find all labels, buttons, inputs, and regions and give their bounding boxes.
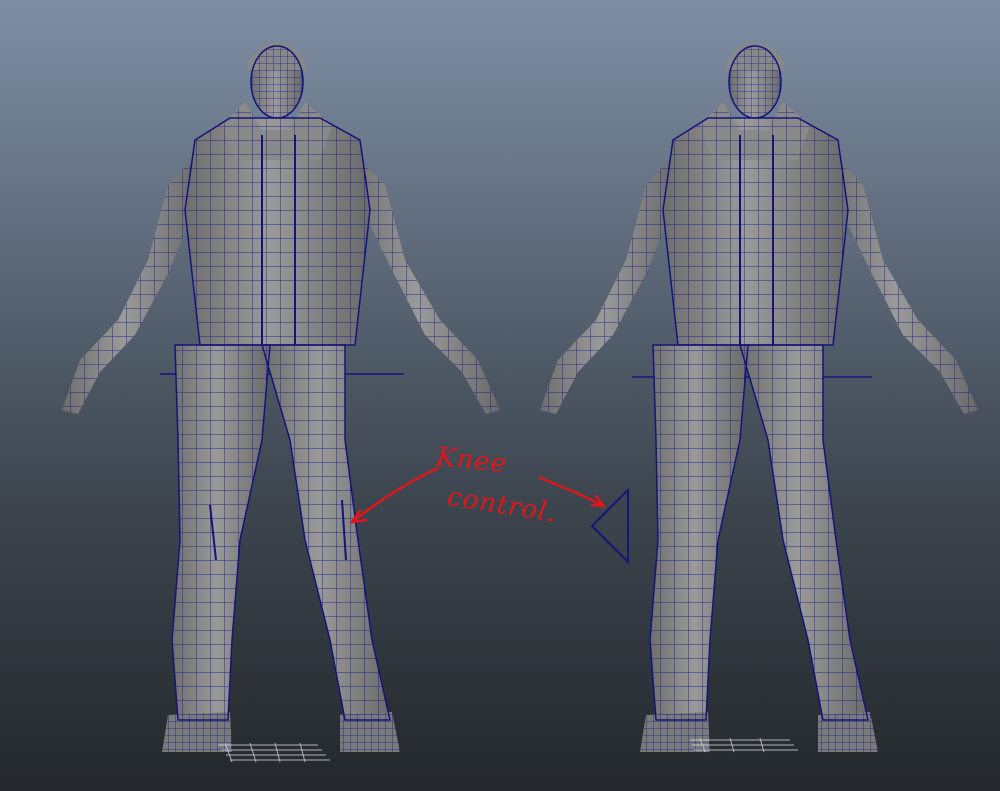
character-front-view[interactable]: [61, 41, 501, 763]
scene-canvas[interactable]: [0, 0, 1000, 791]
3d-viewport[interactable]: Knee control.: [0, 0, 1000, 791]
knee-control-locator: [590, 487, 629, 565]
ground-grid: [218, 742, 330, 763]
character-three-quarter-view[interactable]: [539, 41, 979, 753]
arrow-to-knee: [350, 466, 440, 524]
ground-grid: [690, 737, 798, 753]
